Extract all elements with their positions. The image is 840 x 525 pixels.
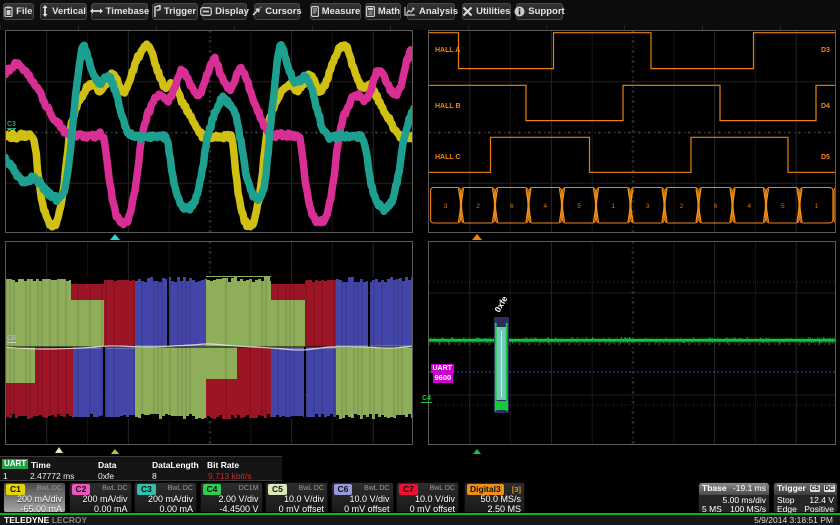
svg-text:1: 1: [815, 203, 819, 210]
svg-text:6: 6: [510, 203, 514, 210]
svg-text:2: 2: [476, 203, 480, 210]
svg-text:5: 5: [781, 203, 785, 210]
svg-text:4: 4: [747, 203, 751, 210]
svg-text:1: 1: [611, 203, 615, 210]
svg-text:6: 6: [714, 203, 718, 210]
svg-text:2: 2: [680, 203, 684, 210]
svg-text:5: 5: [577, 203, 581, 210]
svg-text:4: 4: [543, 203, 547, 210]
svg-text:3: 3: [444, 203, 448, 210]
svg-text:3: 3: [646, 203, 650, 210]
